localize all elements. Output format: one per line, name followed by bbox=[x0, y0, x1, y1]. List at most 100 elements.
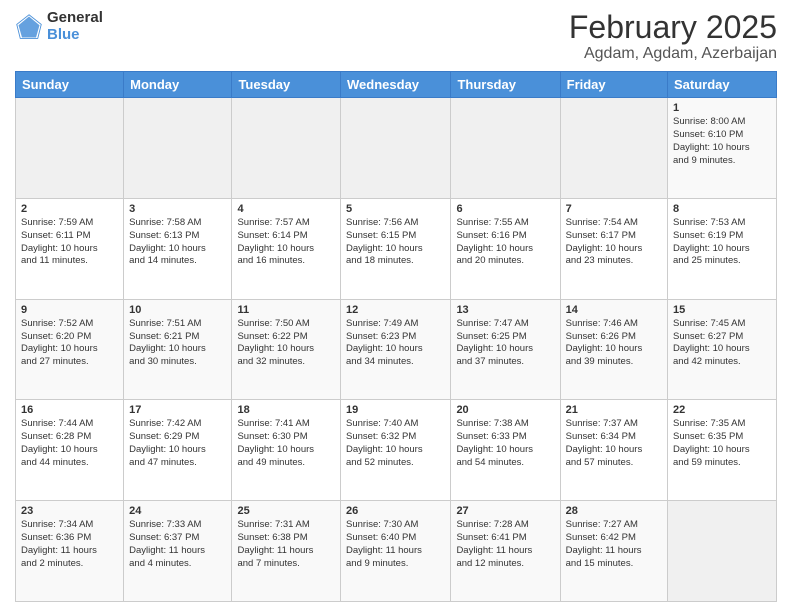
table-row: 6Sunrise: 7:55 AM Sunset: 6:16 PM Daylig… bbox=[451, 198, 560, 299]
header-saturday: Saturday bbox=[668, 72, 777, 98]
logo-blue-text: Blue bbox=[47, 27, 103, 44]
day-info: Sunrise: 7:42 AM Sunset: 6:29 PM Dayligh… bbox=[129, 418, 226, 469]
day-info: Sunrise: 7:59 AM Sunset: 6:11 PM Dayligh… bbox=[21, 217, 118, 268]
day-info: Sunrise: 7:57 AM Sunset: 6:14 PM Dayligh… bbox=[237, 217, 335, 268]
day-number: 19 bbox=[346, 404, 445, 416]
table-row bbox=[451, 98, 560, 199]
table-row: 10 Sunrise: 7:51 AM Sunset: 6:21 PM Dayli… bbox=[124, 299, 232, 400]
day-info: Sunrise: 7:54 AM Sunset: 6:17 PM Dayligh… bbox=[566, 217, 662, 268]
header-friday: Friday bbox=[560, 72, 667, 98]
table-row: 20 Sunrise: 7:38 AM Sunset: 6:33 PM Dayli… bbox=[451, 400, 560, 501]
header-wednesday: Wednesday bbox=[341, 72, 451, 98]
day-number: 1 bbox=[673, 102, 771, 114]
header-sunday: Sunday bbox=[16, 72, 124, 98]
table-row: 22 Sunrise: 7:35 AM Sunset: 6:35 PM Dayli… bbox=[668, 400, 777, 501]
day-info: Sunrise: 7:50 AM Sunset: 6:22 PM Dayligh… bbox=[237, 318, 335, 369]
weekday-header-row: Sunday Monday Tuesday Wednesday Thursday… bbox=[16, 72, 777, 98]
day-number: 11 bbox=[237, 304, 335, 316]
day-number: 16 bbox=[21, 404, 118, 416]
day-info: Sunrise: 7:30 AM Sunset: 6:40 PM Dayligh… bbox=[346, 519, 445, 570]
day-number: 8 bbox=[673, 203, 771, 215]
day-info: Sunrise: 7:53 AM Sunset: 6:19 PM Dayligh… bbox=[673, 217, 771, 268]
logo: General Blue bbox=[15, 10, 103, 43]
table-row: 16Sunrise: 7:44 AM Sunset: 6:28 PM Dayli… bbox=[16, 400, 124, 501]
day-info: Sunrise: 7:52 AM Sunset: 6:20 PM Dayligh… bbox=[21, 318, 118, 369]
day-info: Sunrise: 7:51 AM Sunset: 6:21 PM Dayligh… bbox=[129, 318, 226, 369]
calendar-table: Sunday Monday Tuesday Wednesday Thursday… bbox=[15, 71, 777, 602]
day-info: Sunrise: 7:56 AM Sunset: 6:15 PM Dayligh… bbox=[346, 217, 445, 268]
day-info: Sunrise: 7:46 AM Sunset: 6:26 PM Dayligh… bbox=[566, 318, 662, 369]
day-info: Sunrise: 8:00 AM Sunset: 6:10 PM Dayligh… bbox=[673, 116, 771, 167]
table-row bbox=[232, 98, 341, 199]
table-row: 12 Sunrise: 7:49 AM Sunset: 6:23 PM Dayli… bbox=[341, 299, 451, 400]
table-row: 15Sunrise: 7:45 AM Sunset: 6:27 PM Dayli… bbox=[668, 299, 777, 400]
table-row: 11 Sunrise: 7:50 AM Sunset: 6:22 PM Dayli… bbox=[232, 299, 341, 400]
day-number: 12 bbox=[346, 304, 445, 316]
table-row bbox=[124, 98, 232, 199]
day-info: Sunrise: 7:38 AM Sunset: 6:33 PM Dayligh… bbox=[456, 418, 554, 469]
calendar-week-row: 16Sunrise: 7:44 AM Sunset: 6:28 PM Dayli… bbox=[16, 400, 777, 501]
day-info: Sunrise: 7:58 AM Sunset: 6:13 PM Dayligh… bbox=[129, 217, 226, 268]
day-info: Sunrise: 7:41 AM Sunset: 6:30 PM Dayligh… bbox=[237, 418, 335, 469]
day-number: 17 bbox=[129, 404, 226, 416]
calendar-week-row: 2 Sunrise: 7:59 AM Sunset: 6:11 PM Daylig… bbox=[16, 198, 777, 299]
table-row: 24 Sunrise: 7:33 AM Sunset: 6:37 PM Dayli… bbox=[124, 501, 232, 602]
table-row: 3 Sunrise: 7:58 AM Sunset: 6:13 PM Daylig… bbox=[124, 198, 232, 299]
day-info: Sunrise: 7:37 AM Sunset: 6:34 PM Dayligh… bbox=[566, 418, 662, 469]
day-number: 28 bbox=[566, 505, 662, 517]
table-row: 25 Sunrise: 7:31 AM Sunset: 6:38 PM Dayli… bbox=[232, 501, 341, 602]
day-number: 3 bbox=[129, 203, 226, 215]
day-info: Sunrise: 7:31 AM Sunset: 6:38 PM Dayligh… bbox=[237, 519, 335, 570]
day-number: 10 bbox=[129, 304, 226, 316]
day-number: 18 bbox=[237, 404, 335, 416]
day-number: 26 bbox=[346, 505, 445, 517]
table-row: 18 Sunrise: 7:41 AM Sunset: 6:30 PM Dayli… bbox=[232, 400, 341, 501]
header: General Blue February 2025 Agdam, Agdam,… bbox=[15, 10, 777, 63]
table-row: 19Sunrise: 7:40 AM Sunset: 6:32 PM Dayli… bbox=[341, 400, 451, 501]
day-number: 2 bbox=[21, 203, 118, 215]
table-row: 1 Sunrise: 8:00 AM Sunset: 6:10 PM Daylig… bbox=[668, 98, 777, 199]
calendar-week-row: 9 Sunrise: 7:52 AM Sunset: 6:20 PM Daylig… bbox=[16, 299, 777, 400]
day-number: 25 bbox=[237, 505, 335, 517]
header-tuesday: Tuesday bbox=[232, 72, 341, 98]
logo-text: General Blue bbox=[47, 10, 103, 43]
table-row: 23Sunrise: 7:34 AM Sunset: 6:36 PM Dayli… bbox=[16, 501, 124, 602]
table-row: 2 Sunrise: 7:59 AM Sunset: 6:11 PM Daylig… bbox=[16, 198, 124, 299]
day-number: 15 bbox=[673, 304, 771, 316]
day-info: Sunrise: 7:33 AM Sunset: 6:37 PM Dayligh… bbox=[129, 519, 226, 570]
logo-icon bbox=[15, 13, 43, 41]
table-row: 8 Sunrise: 7:53 AM Sunset: 6:19 PM Daylig… bbox=[668, 198, 777, 299]
calendar-week-row: 1 Sunrise: 8:00 AM Sunset: 6:10 PM Daylig… bbox=[16, 98, 777, 199]
table-row bbox=[668, 501, 777, 602]
day-info: Sunrise: 7:28 AM Sunset: 6:41 PM Dayligh… bbox=[456, 519, 554, 570]
day-number: 24 bbox=[129, 505, 226, 517]
day-info: Sunrise: 7:27 AM Sunset: 6:42 PM Dayligh… bbox=[566, 519, 662, 570]
day-info: Sunrise: 7:34 AM Sunset: 6:36 PM Dayligh… bbox=[21, 519, 118, 570]
day-info: Sunrise: 7:47 AM Sunset: 6:25 PM Dayligh… bbox=[456, 318, 554, 369]
calendar-title: February 2025 bbox=[569, 10, 777, 45]
table-row: 27Sunrise: 7:28 AM Sunset: 6:41 PM Dayli… bbox=[451, 501, 560, 602]
day-number: 9 bbox=[21, 304, 118, 316]
table-row: 13 Sunrise: 7:47 AM Sunset: 6:25 PM Dayli… bbox=[451, 299, 560, 400]
day-info: Sunrise: 7:35 AM Sunset: 6:35 PM Dayligh… bbox=[673, 418, 771, 469]
table-row: 5 Sunrise: 7:56 AM Sunset: 6:15 PM Daylig… bbox=[341, 198, 451, 299]
day-number: 5 bbox=[346, 203, 445, 215]
calendar-subtitle: Agdam, Agdam, Azerbaijan bbox=[569, 45, 777, 63]
day-number: 21 bbox=[566, 404, 662, 416]
day-number: 14 bbox=[566, 304, 662, 316]
day-info: Sunrise: 7:55 AM Sunset: 6:16 PM Dayligh… bbox=[456, 217, 554, 268]
table-row bbox=[16, 98, 124, 199]
table-row: 14 Sunrise: 7:46 AM Sunset: 6:26 PM Dayli… bbox=[560, 299, 667, 400]
day-number: 4 bbox=[237, 203, 335, 215]
day-number: 13 bbox=[456, 304, 554, 316]
day-info: Sunrise: 7:49 AM Sunset: 6:23 PM Dayligh… bbox=[346, 318, 445, 369]
day-number: 22 bbox=[673, 404, 771, 416]
header-monday: Monday bbox=[124, 72, 232, 98]
table-row: 21 Sunrise: 7:37 AM Sunset: 6:34 PM Dayli… bbox=[560, 400, 667, 501]
title-block: February 2025 Agdam, Agdam, Azerbaijan bbox=[569, 10, 777, 63]
header-thursday: Thursday bbox=[451, 72, 560, 98]
table-row bbox=[341, 98, 451, 199]
table-row bbox=[560, 98, 667, 199]
table-row: 4 Sunrise: 7:57 AM Sunset: 6:14 PM Daylig… bbox=[232, 198, 341, 299]
day-number: 20 bbox=[456, 404, 554, 416]
